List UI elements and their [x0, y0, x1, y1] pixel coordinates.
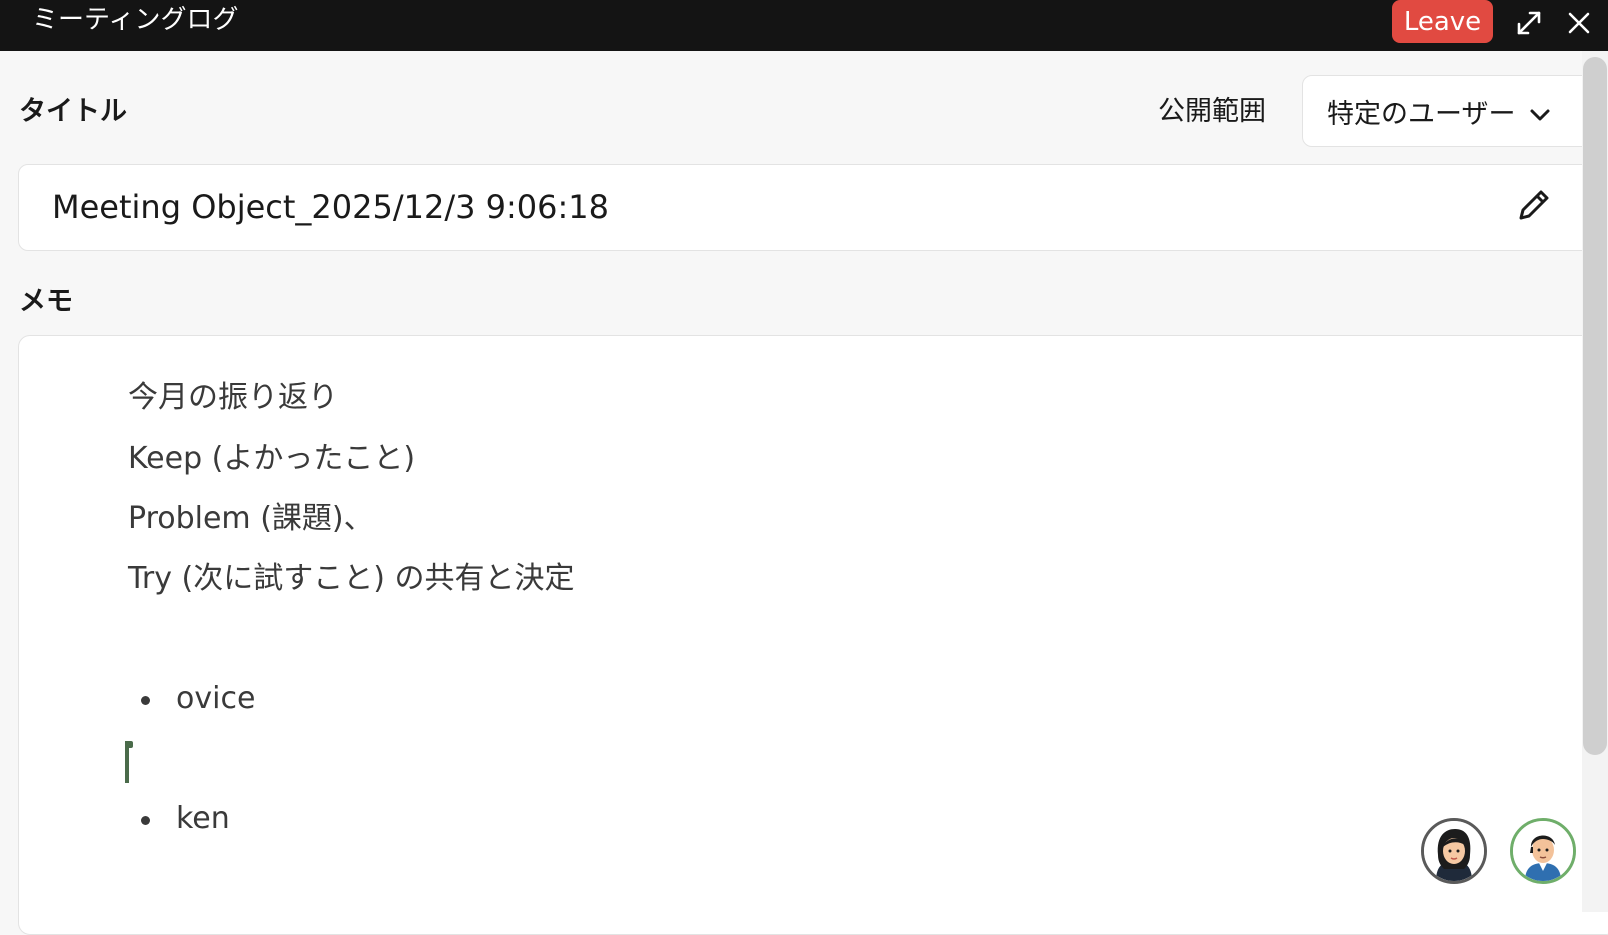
- bullet-item: ovice: [176, 681, 256, 716]
- cursor-flag: [125, 741, 133, 748]
- leave-button[interactable]: Leave: [1392, 0, 1493, 43]
- man-avatar-icon: [1513, 821, 1573, 881]
- visibility-value: 特定のユーザー: [1327, 98, 1516, 130]
- memo-line: Keep (よかったこと): [128, 441, 416, 476]
- scrollbar-thumb[interactable]: [1583, 57, 1607, 755]
- memo-editor[interactable]: [18, 335, 1608, 935]
- bullet-dot: [141, 696, 150, 705]
- avatar[interactable]: [1510, 818, 1576, 884]
- expand-button[interactable]: [1512, 6, 1546, 40]
- avatar[interactable]: [1421, 818, 1487, 884]
- title-value: Meeting Object_2025/12/3 9:06:18: [52, 188, 610, 226]
- woman-avatar-icon: [1424, 821, 1484, 881]
- visibility-label: 公開範囲: [1158, 96, 1266, 127]
- memo-line: Problem (課題)、: [128, 501, 374, 536]
- window-titlebar: ミーティングログ Leave: [0, 0, 1608, 51]
- pencil-icon: [1519, 190, 1549, 220]
- title-field[interactable]: Meeting Object_2025/12/3 9:06:18: [18, 164, 1608, 251]
- memo-label: メモ: [19, 286, 73, 317]
- close-button[interactable]: [1562, 6, 1596, 40]
- window-title: ミーティングログ: [32, 5, 239, 35]
- close-icon: [1568, 12, 1590, 34]
- expand-icon: [1517, 11, 1541, 35]
- memo-line: 今月の振り返り: [128, 380, 338, 415]
- bullet-item: ken: [176, 801, 230, 836]
- bullet-dot: [141, 816, 150, 825]
- edit-title-button[interactable]: [1512, 183, 1556, 227]
- visibility-select[interactable]: 特定のユーザー: [1302, 75, 1602, 147]
- memo-line: Try (次に試すこと) の共有と決定: [128, 561, 575, 596]
- chevron-down-icon: [1530, 109, 1550, 121]
- title-label: タイトル: [19, 96, 127, 127]
